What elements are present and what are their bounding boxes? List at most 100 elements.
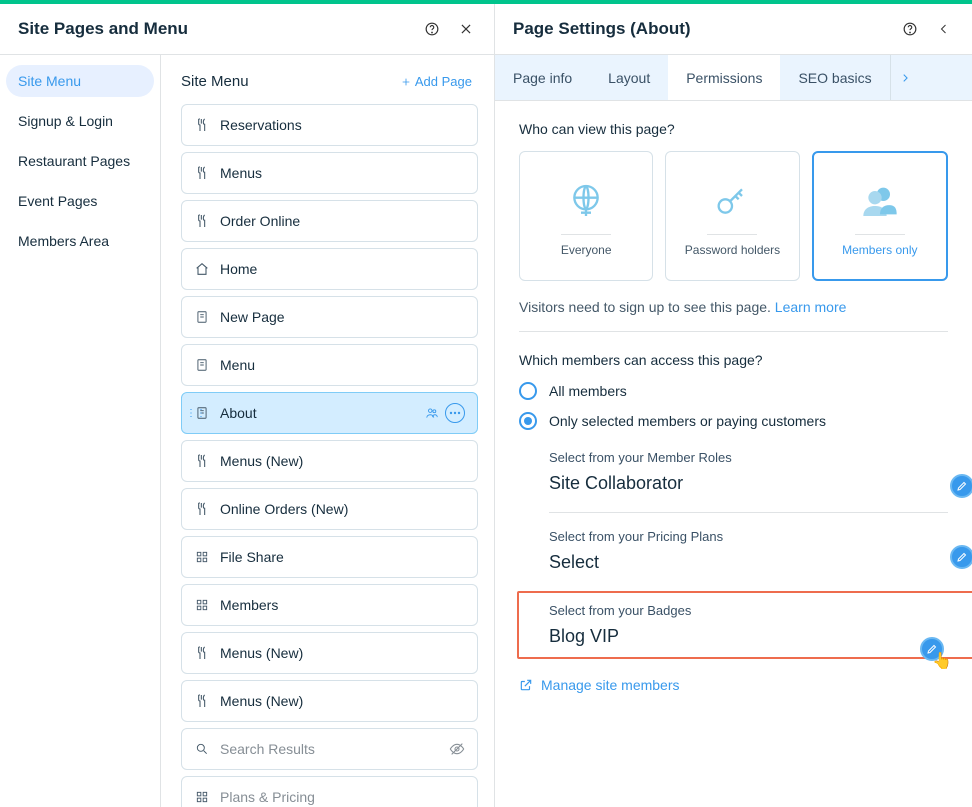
- page-item-label: New Page: [220, 309, 465, 325]
- learn-more-link[interactable]: Learn more: [775, 299, 847, 315]
- page-item-members[interactable]: Members: [181, 584, 478, 626]
- utensils-icon: [194, 645, 210, 661]
- page-item-label: File Share: [220, 549, 465, 565]
- tab-layout[interactable]: Layout: [590, 55, 668, 100]
- radio-only-selected-members-or-[interactable]: Only selected members or paying customer…: [519, 412, 948, 430]
- left-panel-title: Site Pages and Menu: [18, 19, 188, 39]
- more-options-button[interactable]: [445, 403, 465, 423]
- field-value: Blog VIP: [549, 626, 972, 647]
- who-can-view-label: Who can view this page?: [519, 121, 948, 137]
- page-item-search-results[interactable]: Search Results: [181, 728, 478, 770]
- page-item-label: About: [220, 405, 415, 421]
- edit-button[interactable]: [950, 474, 972, 498]
- page-item-order-online[interactable]: Order Online: [181, 200, 478, 242]
- utensils-icon: [194, 213, 210, 229]
- page-item-label: Members: [220, 597, 465, 613]
- utensils-icon: [194, 117, 210, 133]
- radio-label: All members: [549, 383, 627, 399]
- sidebar-item-members-area[interactable]: Members Area: [6, 225, 154, 257]
- view-option-everyone[interactable]: Everyone: [519, 151, 653, 281]
- help-icon[interactable]: [422, 19, 442, 39]
- radio-all-members[interactable]: All members: [519, 382, 948, 400]
- page-item-label: Menus (New): [220, 645, 465, 661]
- page-item-about[interactable]: ⋮⋮ About: [181, 392, 478, 434]
- page-item-label: Menus (New): [220, 453, 465, 469]
- page-item-menus-new-[interactable]: Menus (New): [181, 632, 478, 674]
- highlighted-field: Select from your BadgesBlog VIP👆: [517, 591, 972, 659]
- globe-icon: [566, 176, 606, 226]
- page-item-label: Online Orders (New): [220, 501, 465, 517]
- view-option-label: Password holders: [685, 243, 780, 257]
- back-icon[interactable]: [934, 19, 954, 39]
- field-value: Select: [549, 552, 948, 573]
- page-icon: [194, 357, 210, 373]
- key-icon: [712, 176, 752, 226]
- page-item-new-page[interactable]: New Page: [181, 296, 478, 338]
- help-icon[interactable]: [900, 19, 920, 39]
- hidden-icon: [449, 741, 465, 757]
- search-icon: [194, 741, 210, 757]
- page-item-label: Menu: [220, 357, 465, 373]
- signup-info-text: Visitors need to sign up to see this pag…: [519, 299, 948, 315]
- page-item-plans-pricing[interactable]: Plans & Pricing: [181, 776, 478, 807]
- field-label: Select from your Member Roles: [549, 450, 948, 465]
- page-item-label: Menus: [220, 165, 465, 181]
- page-item-label: Plans & Pricing: [220, 789, 465, 805]
- sidebar-item-event-pages[interactable]: Event Pages: [6, 185, 154, 217]
- sidebar-item-restaurant-pages[interactable]: Restaurant Pages: [6, 145, 154, 177]
- page-item-menus-new-[interactable]: Menus (New): [181, 440, 478, 482]
- view-option-members-only[interactable]: Members only: [812, 151, 948, 281]
- utensils-icon: [194, 453, 210, 469]
- pages-header-title: Site Menu: [181, 73, 249, 90]
- sidebar: Site Menu Signup & Login Restaurant Pages E…: [0, 55, 160, 807]
- right-panel-header: Page Settings (About): [495, 4, 972, 55]
- sidebar-item-site-menu[interactable]: Site Menu: [6, 65, 154, 97]
- page-item-menus-new-[interactable]: Menus (New): [181, 680, 478, 722]
- drag-handle-icon[interactable]: ⋮⋮: [186, 408, 206, 419]
- site-pages-panel: Site Pages and Menu Site Menu Signup & Lo…: [0, 4, 495, 807]
- pages-list: Reservations Menus Order Online Home New Pag…: [161, 98, 494, 807]
- page-item-menus[interactable]: Menus: [181, 152, 478, 194]
- radio-icon: [519, 412, 537, 430]
- grid-icon: [194, 789, 210, 805]
- page-item-menu[interactable]: Menu: [181, 344, 478, 386]
- right-panel-title: Page Settings (About): [513, 19, 691, 39]
- radio-icon: [519, 382, 537, 400]
- settings-tabs: Page infoLayoutPermissionsSEO basics: [495, 55, 972, 101]
- add-page-button[interactable]: Add Page: [401, 74, 472, 89]
- grid-icon: [194, 597, 210, 613]
- page-item-label: Reservations: [220, 117, 465, 133]
- members-icon: [860, 176, 900, 226]
- tab-page-info[interactable]: Page info: [495, 55, 590, 100]
- page-item-label: Search Results: [220, 741, 439, 757]
- view-option-password-holders[interactable]: Password holders: [665, 151, 799, 281]
- page-item-label: Menus (New): [220, 693, 465, 709]
- members-indicator-icon: [425, 406, 439, 420]
- grid-icon: [194, 549, 210, 565]
- field-block: Select from your Pricing PlansSelect: [549, 512, 948, 591]
- tabs-next-button[interactable]: [890, 55, 920, 100]
- radio-label: Only selected members or paying customer…: [549, 413, 826, 429]
- divider: [519, 331, 948, 332]
- view-option-label: Everyone: [561, 243, 612, 257]
- left-panel-header: Site Pages and Menu: [0, 4, 494, 55]
- utensils-icon: [194, 165, 210, 181]
- page-icon: [194, 309, 210, 325]
- tab-seo-basics[interactable]: SEO basics: [780, 55, 889, 100]
- field-label: Select from your Badges: [549, 603, 972, 618]
- close-icon[interactable]: [456, 19, 476, 39]
- tab-permissions[interactable]: Permissions: [668, 55, 780, 100]
- page-item-home[interactable]: Home: [181, 248, 478, 290]
- edit-button[interactable]: [950, 545, 972, 569]
- page-item-file-share[interactable]: File Share: [181, 536, 478, 578]
- add-page-label: Add Page: [415, 74, 472, 89]
- page-item-reservations[interactable]: Reservations: [181, 104, 478, 146]
- home-icon: [194, 261, 210, 277]
- view-option-label: Members only: [842, 243, 917, 257]
- field-value: Site Collaborator: [549, 473, 948, 494]
- manage-site-members-link[interactable]: Manage site members: [519, 677, 948, 693]
- sidebar-item-signup-login[interactable]: Signup & Login: [6, 105, 154, 137]
- edit-button[interactable]: [920, 637, 944, 661]
- which-members-label: Which members can access this page?: [519, 352, 948, 368]
- page-item-online-orders-new-[interactable]: Online Orders (New): [181, 488, 478, 530]
